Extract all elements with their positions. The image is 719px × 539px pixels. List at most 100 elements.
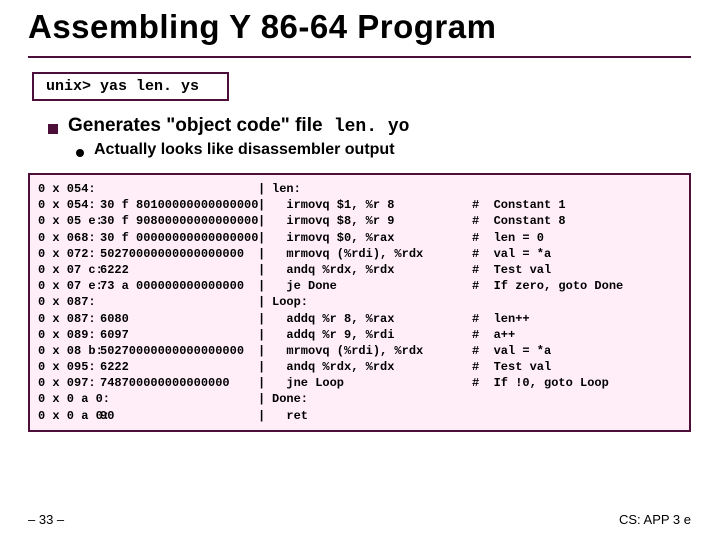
code-separator: |: [258, 262, 272, 278]
code-row: 0 x 087: |Loop:: [38, 294, 681, 310]
code-comment: # val = *a: [472, 246, 681, 262]
code-block: 0 x 054:|len:0 x 054:30 f 80100000000000…: [28, 173, 691, 432]
code-separator: |: [258, 375, 272, 391]
code-separator: |: [258, 359, 272, 375]
bullet1-mono: len. yo: [334, 117, 410, 137]
code-asm: mrmovq (%rdi), %rdx: [272, 246, 472, 262]
code-comment: # val = *a: [472, 343, 681, 359]
code-row: 0 x 0 a 0:90| ret: [38, 408, 681, 424]
code-row: 0 x 07 c:6222| andq %rdx, %rdx# Test val: [38, 262, 681, 278]
code-asm: andq %rdx, %rdx: [272, 262, 472, 278]
code-bytes: 30 f 90800000000000000: [100, 213, 258, 229]
code-addr: 0 x 087:: [38, 294, 100, 310]
code-row: 0 x 072:50270000000000000000| mrmovq (%r…: [38, 246, 681, 262]
code-separator: |: [258, 408, 272, 424]
slide-title: Assembling Y 86-64 Program: [28, 8, 691, 46]
code-asm: Loop:: [272, 294, 472, 310]
code-bytes: 90: [100, 408, 258, 424]
code-addr: 0 x 0 a 0:: [38, 391, 100, 407]
footer: – 33 – CS: APP 3 e: [28, 512, 691, 527]
code-addr: 0 x 0 a 0:: [38, 408, 100, 424]
code-asm: addq %r 8, %rax: [272, 311, 472, 327]
code-addr: 0 x 054:: [38, 197, 100, 213]
code-bytes: 50270000000000000000: [100, 246, 258, 262]
code-row: 0 x 054: |len:: [38, 181, 681, 197]
code-bytes: [100, 391, 258, 407]
bullet1-text: Generates "object code" file len. yo: [68, 115, 409, 137]
command-text: unix> yas len. ys: [46, 78, 199, 95]
code-asm: irmovq $0, %rax: [272, 230, 472, 246]
bullet-level2: Actually looks like disassembler output: [76, 141, 691, 159]
code-bytes: 6222: [100, 262, 258, 278]
code-comment: # len = 0: [472, 230, 681, 246]
code-asm: jne Loop: [272, 375, 472, 391]
code-separator: |: [258, 294, 272, 310]
code-row: 0 x 068:30 f 00000000000000000| irmovq $…: [38, 230, 681, 246]
code-addr: 0 x 08 b:: [38, 343, 100, 359]
bullet-level1: Generates "object code" file len. yo: [48, 115, 691, 137]
code-separator: |: [258, 213, 272, 229]
code-separator: |: [258, 278, 272, 294]
code-row: 0 x 0 a 0: |Done:: [38, 391, 681, 407]
code-bytes: 6097: [100, 327, 258, 343]
code-addr: 0 x 068:: [38, 230, 100, 246]
code-row: 0 x 054:30 f 80100000000000000| irmovq $…: [38, 197, 681, 213]
code-separator: |: [258, 343, 272, 359]
code-row: 0 x 097:748700000000000000| jne Loop# If…: [38, 375, 681, 391]
code-comment: # If !0, goto Loop: [472, 375, 681, 391]
code-row: 0 x 05 e:30 f 90800000000000000| irmovq …: [38, 213, 681, 229]
code-bytes: 6080: [100, 311, 258, 327]
code-comment: # Constant 8: [472, 213, 681, 229]
bullet1-pre: Generates "object code" file: [68, 115, 328, 136]
bullet-list: Generates "object code" file len. yo Act…: [48, 115, 691, 159]
code-bytes: 73 a 000000000000000: [100, 278, 258, 294]
circle-bullet-icon: [76, 149, 84, 157]
code-separator: |: [258, 391, 272, 407]
code-separator: |: [258, 230, 272, 246]
code-bytes: 30 f 00000000000000000: [100, 230, 258, 246]
page-number: – 33 –: [28, 512, 64, 527]
code-row: 0 x 07 e:73 a 000000000000000| je Done# …: [38, 278, 681, 294]
slide: Assembling Y 86-64 Program unix> yas len…: [0, 0, 719, 539]
code-comment: # Test val: [472, 359, 681, 375]
code-bytes: [100, 294, 258, 310]
code-separator: |: [258, 311, 272, 327]
code-bytes: 30 f 80100000000000000: [100, 197, 258, 213]
code-addr: 0 x 05 e:: [38, 213, 100, 229]
bullet2-text: Actually looks like disassembler output: [94, 141, 395, 159]
code-asm: andq %rdx, %rdx: [272, 359, 472, 375]
code-asm: ret: [272, 408, 472, 424]
code-addr: 0 x 089:: [38, 327, 100, 343]
code-bytes: 748700000000000000: [100, 375, 258, 391]
code-addr: 0 x 072:: [38, 246, 100, 262]
title-rule: [28, 56, 691, 58]
course-label: CS: APP 3 e: [619, 512, 691, 527]
code-asm: irmovq $8, %r 9: [272, 213, 472, 229]
code-comment: # Test val: [472, 262, 681, 278]
code-asm: je Done: [272, 278, 472, 294]
code-comment: # If zero, goto Done: [472, 278, 681, 294]
code-row: 0 x 089:6097| addq %r 9, %rdi# a++: [38, 327, 681, 343]
code-addr: 0 x 054:: [38, 181, 100, 197]
code-addr: 0 x 097:: [38, 375, 100, 391]
code-asm: irmovq $1, %r 8: [272, 197, 472, 213]
code-bytes: 50270000000000000000: [100, 343, 258, 359]
code-comment: [472, 408, 681, 424]
code-asm: len:: [272, 181, 472, 197]
code-comment: [472, 294, 681, 310]
code-addr: 0 x 07 c:: [38, 262, 100, 278]
code-comment: # Constant 1: [472, 197, 681, 213]
code-asm: mrmovq (%rdi), %rdx: [272, 343, 472, 359]
code-row: 0 x 095:6222| andq %rdx, %rdx# Test val: [38, 359, 681, 375]
code-addr: 0 x 095:: [38, 359, 100, 375]
code-comment: # a++: [472, 327, 681, 343]
code-addr: 0 x 087:: [38, 311, 100, 327]
code-bytes: [100, 181, 258, 197]
code-separator: |: [258, 181, 272, 197]
code-comment: # len++: [472, 311, 681, 327]
code-comment: [472, 181, 681, 197]
square-bullet-icon: [48, 124, 58, 134]
code-comment: [472, 391, 681, 407]
code-separator: |: [258, 246, 272, 262]
code-asm: Done:: [272, 391, 472, 407]
